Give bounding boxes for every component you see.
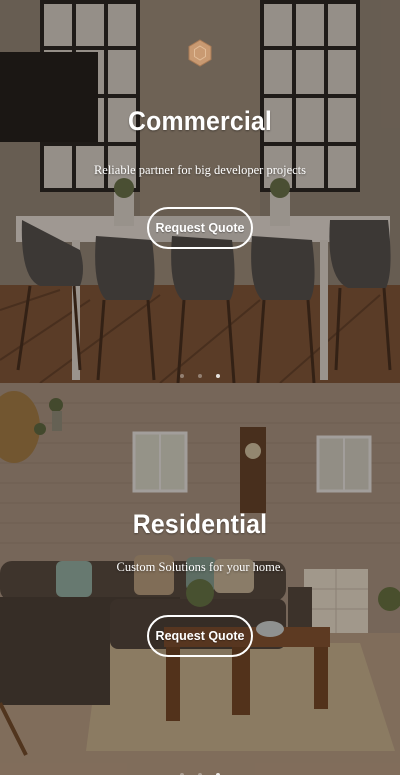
commercial-hero: Commercial Reliable partner for big deve…: [0, 0, 400, 383]
residential-request-quote-button[interactable]: Request Quote: [147, 615, 253, 657]
residential-content: Residential Custom Solutions for your ho…: [0, 505, 400, 657]
commercial-request-quote-button[interactable]: Request Quote: [147, 207, 253, 249]
slider-dot[interactable]: [198, 374, 202, 378]
residential-subtitle: Custom Solutions for your home.: [116, 560, 284, 574]
commercial-title: Commercial: [127, 106, 273, 136]
commercial-slider-dots: [0, 365, 400, 383]
landing-page: Commercial Reliable partner for big deve…: [0, 0, 400, 775]
hexagon-logo-icon: [188, 39, 212, 67]
slider-dot-active[interactable]: [216, 374, 221, 378]
residential-title: Residential: [132, 509, 268, 539]
commercial-subtitle: Reliable partner for big developer proje…: [93, 163, 307, 177]
commercial-content: Commercial Reliable partner for big deve…: [0, 102, 400, 249]
slider-dot[interactable]: [179, 374, 184, 378]
residential-hero: Residential Custom Solutions for your ho…: [0, 383, 400, 775]
residential-slider-dots: [0, 764, 400, 775]
